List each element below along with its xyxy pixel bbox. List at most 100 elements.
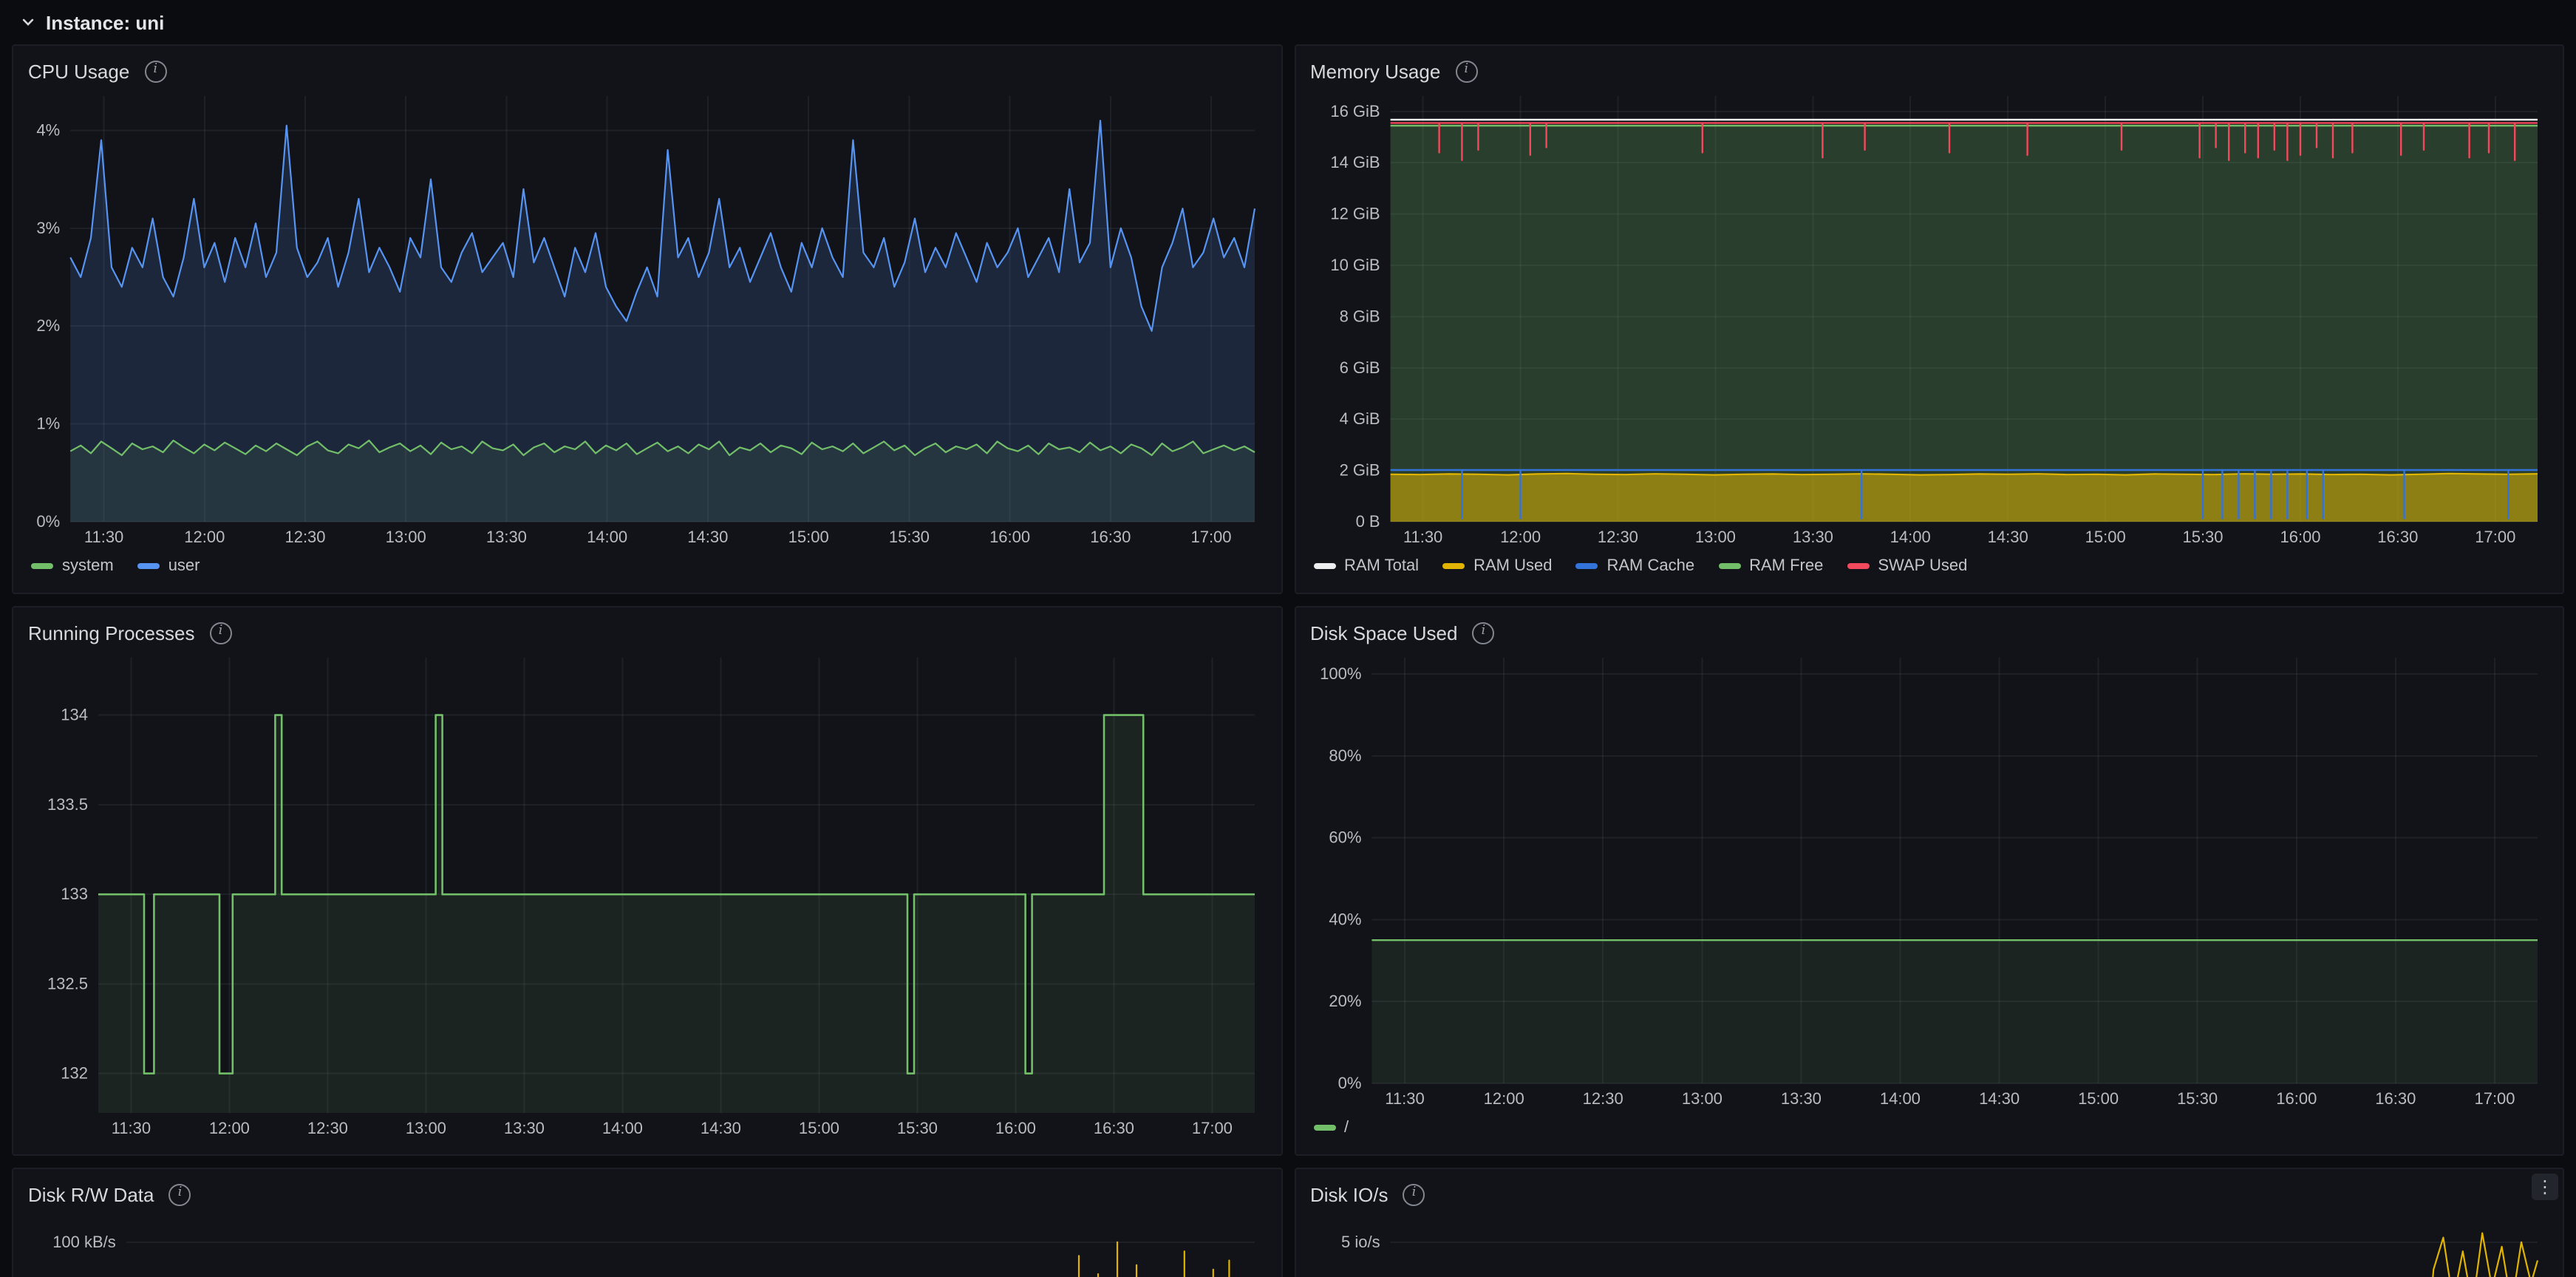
series-color-swatch xyxy=(1575,563,1598,569)
series-color-swatch xyxy=(1313,563,1335,569)
svg-text:13:30: 13:30 xyxy=(504,1119,545,1137)
panel-header: Memory Usage i xyxy=(1310,55,2548,87)
disk-ios-chart[interactable]: 5 io/s xyxy=(1310,1210,2548,1277)
svg-text:16:30: 16:30 xyxy=(1090,528,1131,546)
svg-text:14:00: 14:00 xyxy=(587,528,627,546)
legend-item[interactable]: SWAP Used xyxy=(1847,557,1967,575)
legend-label: system xyxy=(62,557,114,575)
chart-legend: / xyxy=(1310,1113,2548,1143)
info-icon[interactable]: i xyxy=(1472,622,1494,644)
panel-disk-ios: Disk IO/s i ⋮ 5 io/s xyxy=(1294,1168,2564,1277)
svg-text:2%: 2% xyxy=(36,316,60,335)
legend-item[interactable]: / xyxy=(1313,1119,1349,1137)
running-processes-chart[interactable]: 132132.5133133.513411:3012:0012:3013:001… xyxy=(28,649,1266,1143)
panel-memory-usage: Memory Usage i 0 B2 GiB4 GiB6 GiB8 GiB10… xyxy=(1294,44,2564,594)
legend-label: RAM Total xyxy=(1344,557,1419,575)
svg-text:60%: 60% xyxy=(1328,828,1360,847)
series-color-swatch xyxy=(1847,563,1869,569)
panel-menu-kebab-icon[interactable]: ⋮ xyxy=(2532,1174,2558,1200)
disk-rw-data-chart[interactable]: 100 kB/s xyxy=(28,1210,1266,1277)
info-icon[interactable]: i xyxy=(1455,60,1477,82)
info-icon[interactable]: i xyxy=(144,60,166,82)
svg-text:100%: 100% xyxy=(1319,664,1360,683)
svg-text:15:00: 15:00 xyxy=(2077,1089,2118,1108)
svg-text:16:00: 16:00 xyxy=(2279,528,2320,546)
panel-title[interactable]: Disk Space Used xyxy=(1310,622,1457,644)
svg-text:13:00: 13:00 xyxy=(1694,528,1735,546)
svg-text:12:30: 12:30 xyxy=(1597,528,1638,546)
panel-title[interactable]: Disk R/W Data xyxy=(28,1183,154,1205)
svg-text:17:00: 17:00 xyxy=(1190,528,1231,546)
legend-label: / xyxy=(1344,1119,1349,1137)
series-color-swatch xyxy=(1718,563,1740,569)
svg-text:15:00: 15:00 xyxy=(788,528,829,546)
panel-title[interactable]: Memory Usage xyxy=(1310,60,1440,82)
svg-text:132.5: 132.5 xyxy=(47,974,88,992)
svg-text:4%: 4% xyxy=(36,120,60,139)
svg-text:14:30: 14:30 xyxy=(701,1119,741,1137)
svg-text:14:00: 14:00 xyxy=(1890,528,1930,546)
svg-text:11:30: 11:30 xyxy=(84,528,123,546)
panel-title[interactable]: Running Processes xyxy=(28,622,194,644)
svg-text:11:30: 11:30 xyxy=(112,1119,151,1137)
svg-text:10 GiB: 10 GiB xyxy=(1329,256,1379,274)
svg-text:13:30: 13:30 xyxy=(1792,528,1833,546)
disk-space-used-chart[interactable]: 0%20%40%60%80%100%11:3012:0012:3013:0013… xyxy=(1310,649,2548,1113)
svg-text:11:30: 11:30 xyxy=(1403,528,1442,546)
svg-text:15:00: 15:00 xyxy=(799,1119,839,1137)
svg-text:16 GiB: 16 GiB xyxy=(1329,102,1379,120)
info-icon[interactable]: i xyxy=(1403,1183,1425,1205)
dashboard-row-header[interactable]: Instance: uni xyxy=(0,0,2576,38)
svg-text:8 GiB: 8 GiB xyxy=(1339,307,1380,325)
panel-title[interactable]: CPU Usage xyxy=(28,60,129,82)
svg-text:12:00: 12:00 xyxy=(209,1119,250,1137)
svg-text:14:30: 14:30 xyxy=(1978,1089,2019,1108)
legend-item[interactable]: RAM Used xyxy=(1442,557,1552,575)
legend-label: RAM Cache xyxy=(1606,557,1694,575)
series-color-swatch xyxy=(1313,1125,1335,1131)
svg-text:16:00: 16:00 xyxy=(2275,1089,2316,1108)
svg-text:133.5: 133.5 xyxy=(47,795,88,814)
svg-text:80%: 80% xyxy=(1328,746,1360,765)
legend-item[interactable]: system xyxy=(31,557,114,575)
svg-text:0%: 0% xyxy=(1338,1074,1361,1092)
svg-text:40%: 40% xyxy=(1328,910,1360,928)
svg-text:4 GiB: 4 GiB xyxy=(1339,409,1380,428)
memory-usage-chart[interactable]: 0 B2 GiB4 GiB6 GiB8 GiB10 GiB12 GiB14 Gi… xyxy=(1310,87,2548,551)
svg-text:17:00: 17:00 xyxy=(2474,528,2515,546)
legend-item[interactable]: RAM Free xyxy=(1718,557,1823,575)
panel-header: Disk Space Used i xyxy=(1310,616,2548,649)
panel-title[interactable]: Disk IO/s xyxy=(1310,1183,1388,1205)
svg-text:14:00: 14:00 xyxy=(1879,1089,1920,1108)
svg-text:12:30: 12:30 xyxy=(284,528,325,546)
legend-label: user xyxy=(168,557,200,575)
svg-text:15:30: 15:30 xyxy=(889,528,930,546)
info-icon[interactable]: i xyxy=(209,622,231,644)
legend-label: RAM Free xyxy=(1749,557,1823,575)
legend-item[interactable]: RAM Total xyxy=(1313,557,1419,575)
svg-text:14:30: 14:30 xyxy=(687,528,728,546)
legend-label: SWAP Used xyxy=(1878,557,1967,575)
panel-header: Disk IO/s i xyxy=(1310,1178,2548,1210)
svg-text:0%: 0% xyxy=(36,512,60,531)
svg-text:12:00: 12:00 xyxy=(1483,1089,1524,1108)
svg-text:2 GiB: 2 GiB xyxy=(1339,461,1380,480)
cpu-usage-chart[interactable]: 0%1%2%3%4%11:3012:0012:3013:0013:3014:00… xyxy=(28,87,1266,551)
svg-text:6 GiB: 6 GiB xyxy=(1339,358,1380,377)
chart-legend: system user xyxy=(28,551,1266,581)
svg-text:15:30: 15:30 xyxy=(2176,1089,2217,1108)
svg-text:12:00: 12:00 xyxy=(184,528,225,546)
svg-text:12:30: 12:30 xyxy=(1582,1089,1623,1108)
legend-item[interactable]: user xyxy=(137,557,200,575)
svg-text:16:00: 16:00 xyxy=(989,528,1030,546)
svg-text:132: 132 xyxy=(61,1064,88,1083)
panel-cpu-usage: CPU Usage i 0%1%2%3%4%11:3012:0012:3013:… xyxy=(12,44,1282,594)
svg-text:12:00: 12:00 xyxy=(1499,528,1540,546)
svg-text:16:30: 16:30 xyxy=(1094,1119,1134,1137)
svg-text:15:00: 15:00 xyxy=(2085,528,2125,546)
svg-text:16:00: 16:00 xyxy=(995,1119,1036,1137)
legend-item[interactable]: RAM Cache xyxy=(1575,557,1694,575)
row-title: Instance: uni xyxy=(46,11,164,33)
info-icon[interactable]: i xyxy=(168,1183,191,1205)
svg-text:5 io/s: 5 io/s xyxy=(1340,1233,1380,1251)
